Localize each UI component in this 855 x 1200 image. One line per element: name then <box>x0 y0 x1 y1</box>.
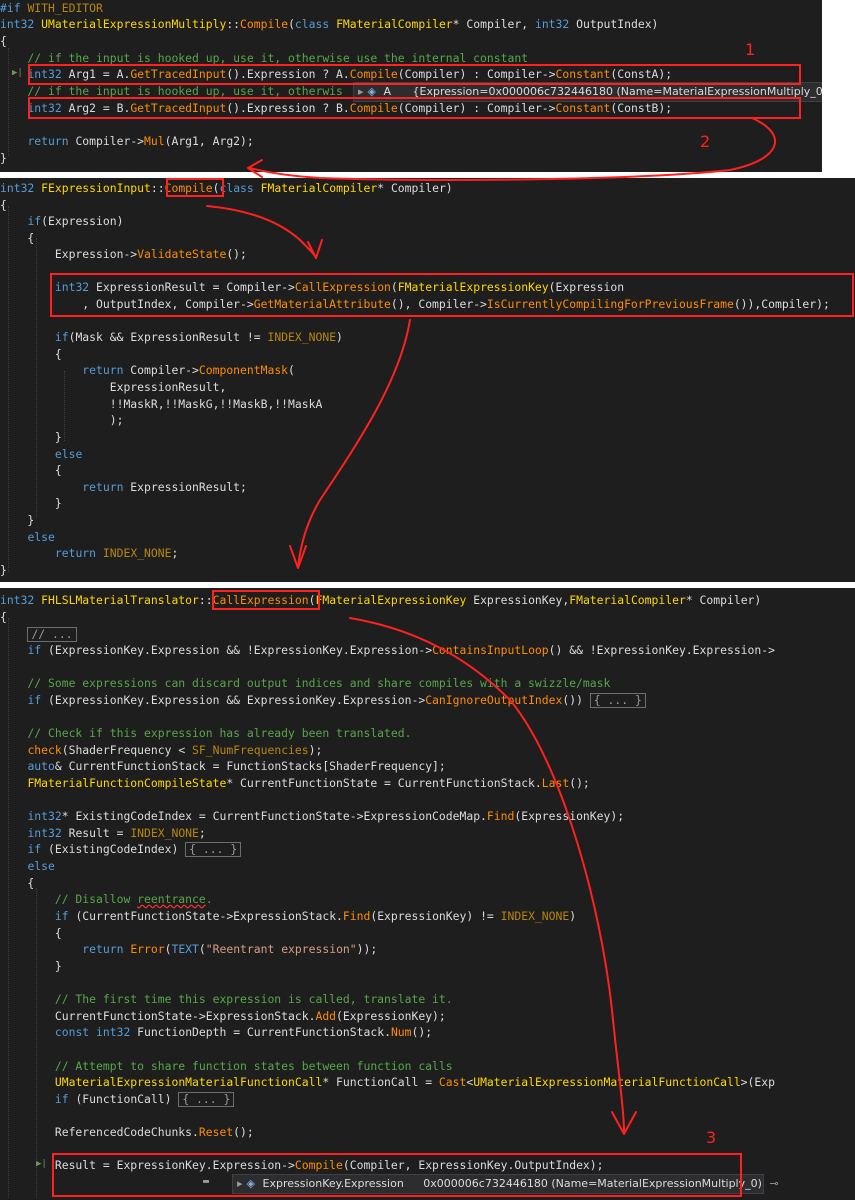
code-line: { <box>0 926 62 940</box>
code-line: if (FunctionCall) { ... } <box>0 1091 235 1107</box>
highlight-box-3 <box>52 1153 742 1197</box>
breakpoint-run-icon[interactable]: ▶| <box>36 1159 47 1169</box>
code-line: const int32 FunctionDepth = CurrentFunct… <box>54 1025 433 1039</box>
code-line: int32* ExistingCodeIndex = CurrentFuncti… <box>27 809 625 823</box>
code-line: if (ExpressionKey.Expression && Expressi… <box>0 692 646 708</box>
code-line: if(Expression) <box>27 214 124 228</box>
code-comment: // Check if this expression has already … <box>0 726 412 740</box>
highlight-box-compile <box>166 178 224 197</box>
code-line: return Compiler->Mul(Arg1, Arg2); <box>27 134 254 148</box>
code-line: if (CurrentFunctionState->ExpressionStac… <box>54 909 577 923</box>
breakpoint-run-icon[interactable]: ▶| <box>12 68 23 78</box>
code-line: if (ExpressionKey.Expression && !Express… <box>27 643 775 657</box>
collapsed-block[interactable]: { ... } <box>589 693 646 708</box>
code-panel-translator-call-expression: int32 FHLSLMaterialTranslator::CallExpre… <box>0 588 855 1200</box>
code-line: CurrentFunctionState->ExpressionStack.Ad… <box>0 1009 446 1023</box>
code-line: ExpressionResult, <box>0 380 227 394</box>
code-panel-expression-input-compile: int32 FExpressionInput::Compile(class FM… <box>0 178 855 582</box>
code-comment: // The first time this expression is cal… <box>0 992 453 1006</box>
code-line: { <box>0 231 35 245</box>
annotation-number-1: 1 <box>745 40 756 59</box>
code-line: { <box>0 198 7 212</box>
code-line: if (ExistingCodeIndex) { ... } <box>0 841 242 857</box>
code-line: return Compiler->ComponentMask( <box>82 363 295 377</box>
code-line: auto& CurrentFunctionStack = FunctionSta… <box>27 759 446 773</box>
highlight-box-1 <box>28 64 801 85</box>
annotation-number-2: 2 <box>700 132 711 151</box>
code-line: } <box>0 563 7 577</box>
code-comment: // Some expressions can discard output i… <box>0 676 611 690</box>
code-line: int32 Result = INDEX_NONE; <box>27 826 206 840</box>
code-line: { <box>0 347 62 361</box>
code-line: #if WITH_EDITOR <box>0 1 103 15</box>
code-line: else <box>54 447 83 461</box>
code-line: // ... <box>0 626 77 642</box>
code-line: else <box>27 859 55 873</box>
code-line: { <box>0 610 7 624</box>
code-line: } <box>0 151 7 165</box>
collapsed-region[interactable]: // ... <box>27 627 77 642</box>
code-line: Expression->ValidateState(); <box>0 247 247 261</box>
code-line: } <box>0 496 62 510</box>
code-line: UMaterialExpressionMaterialFunctionCall*… <box>54 1075 775 1089</box>
code-line: check(ShaderFrequency < SF_NumFrequencie… <box>27 743 323 757</box>
highlight-box-call-expression-def <box>212 590 320 610</box>
code-line: return Error(TEXT("Reentrant expression"… <box>82 942 378 956</box>
code-line: !!MaskR,!!MaskG,!!MaskB,!!MaskA <box>0 397 323 411</box>
code-line-signature: int32 FExpressionInput::Compile(class FM… <box>0 181 453 195</box>
code-line: { <box>0 34 7 48</box>
collapsed-block[interactable]: { ... } <box>185 842 242 857</box>
code-line: } <box>0 959 62 973</box>
code-line: { <box>0 876 35 890</box>
collapsed-block[interactable]: { ... } <box>178 1092 235 1107</box>
code-panel-multiply-compile: #if WITH_EDITOR int32 UMaterialExpressio… <box>0 0 822 172</box>
code-line: return ExpressionResult; <box>82 480 247 494</box>
code-line: } <box>0 430 62 444</box>
code-line: else <box>27 530 55 544</box>
code-line: } <box>0 513 35 527</box>
code-line: ); <box>0 413 124 427</box>
highlight-box-2 <box>28 97 801 119</box>
highlight-box-call-expression <box>50 273 854 317</box>
annotation-number-3: 3 <box>706 1128 717 1147</box>
pin-datatip-icon[interactable]: ⊸ <box>765 1175 778 1193</box>
code-comment: // Disallow reentrance. <box>0 892 213 906</box>
code-line: FMaterialFunctionCompileState* CurrentFu… <box>27 776 590 790</box>
code-line: if(Mask && ExpressionResult != INDEX_NON… <box>54 330 343 344</box>
code-line: ReferencedCodeChunks.Reset(); <box>0 1125 254 1139</box>
code-line: int32 UMaterialExpressionMultiply::Compi… <box>0 17 659 31</box>
code-line: return INDEX_NONE; <box>54 546 179 560</box>
code-line-signature: int32 FHLSLMaterialTranslator::CallExpre… <box>0 593 762 607</box>
code-line: { <box>0 463 62 477</box>
code-comment: // Attempt to share function states betw… <box>0 1059 453 1073</box>
